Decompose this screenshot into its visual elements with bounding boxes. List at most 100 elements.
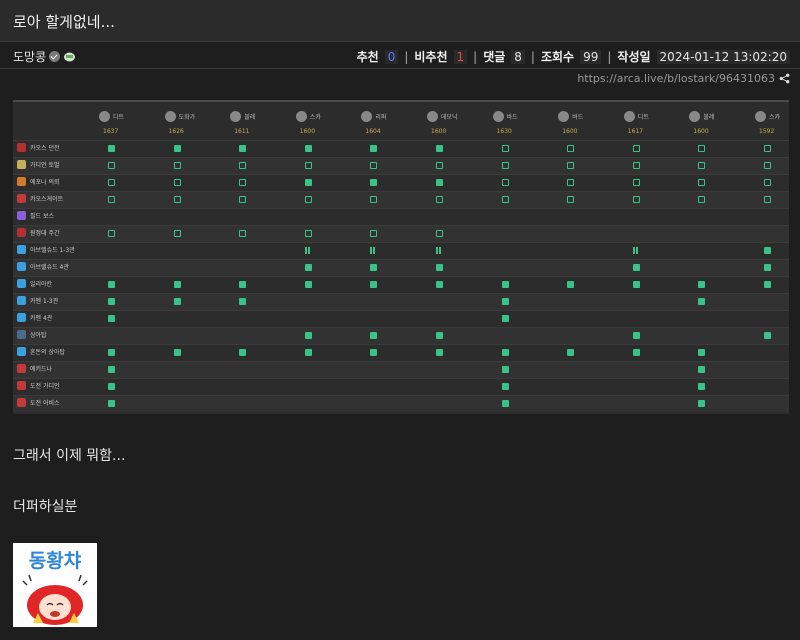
- content-icon: [17, 364, 26, 373]
- content-icon: [17, 398, 26, 407]
- checked-checkbox: [370, 332, 378, 339]
- checked-checkbox: [436, 264, 443, 271]
- row-label: 원정대 주간: [17, 228, 60, 237]
- stat-separator: |: [473, 49, 478, 64]
- row-label: 도전 가디언: [17, 381, 60, 390]
- checked-checkbox: [632, 349, 640, 356]
- character-header: 데모닉: [427, 106, 458, 126]
- unchecked-checkbox: [173, 179, 181, 186]
- downvote-label: 비추천: [414, 50, 448, 64]
- checked-checkbox: [764, 332, 771, 339]
- unchecked-checkbox: [239, 230, 247, 237]
- checked-checkbox: [239, 298, 247, 305]
- author-block[interactable]: 도망콩: [13, 48, 76, 65]
- item-level: 1630: [496, 128, 512, 135]
- unchecked-checkbox: [501, 145, 509, 152]
- content-icon: [17, 211, 26, 220]
- content-icon: [17, 245, 26, 254]
- post-url-link[interactable]: https://arca.live/b/lostark/96431063: [577, 72, 775, 85]
- row-label: 상아탑: [17, 330, 47, 339]
- row-label: 도전 어비스: [17, 398, 60, 407]
- row-label: 카멘 1-3관: [17, 296, 58, 305]
- character-header: 블레: [230, 106, 255, 126]
- unchecked-checkbox: [108, 230, 115, 237]
- row-label: 카멘 4관: [17, 313, 52, 322]
- item-level: 1617: [627, 128, 644, 135]
- share-icon[interactable]: [779, 73, 790, 84]
- table-row: 필드 보스: [13, 208, 789, 225]
- checked-checkbox: [173, 349, 181, 356]
- checked-checkbox: [698, 366, 706, 373]
- stat-separator: |: [404, 49, 409, 64]
- content-icon: [17, 313, 26, 322]
- row-label-text: 혼돈의 상아탑: [30, 349, 66, 356]
- post-title: 로아 할게없네...: [13, 13, 115, 31]
- unchecked-checkbox: [698, 179, 706, 186]
- checked-checkbox: [304, 179, 312, 186]
- character-header: 디트: [623, 106, 649, 126]
- unchecked-checkbox: [173, 196, 181, 203]
- item-level: 1600: [693, 128, 709, 135]
- character-header: 스카: [295, 106, 321, 126]
- checked-checkbox: [370, 281, 378, 288]
- character-name: 블레: [244, 113, 256, 121]
- post-date: 2024-01-12 13:02:20: [656, 49, 790, 64]
- character-name: 블레: [703, 113, 715, 121]
- post-title-bar: 로아 할게없네...: [0, 0, 800, 42]
- unchecked-checkbox: [304, 196, 312, 203]
- unchecked-checkbox: [501, 162, 509, 169]
- character-avatar: [295, 110, 307, 122]
- unchecked-checkbox: [632, 196, 640, 203]
- checked-checkbox: [304, 145, 312, 152]
- item-level: 1637: [103, 128, 119, 135]
- unchecked-checkbox: [501, 196, 509, 203]
- character-avatar: [623, 110, 635, 122]
- row-label-text: 필드 보스: [30, 213, 54, 220]
- row-label-text: 에포나 의뢰: [30, 179, 60, 186]
- unchecked-checkbox: [370, 230, 378, 237]
- checked-checkbox: [698, 349, 706, 356]
- checked-checkbox: [173, 298, 181, 305]
- table-row: 상아탑: [13, 327, 789, 344]
- post-url-row: https://arca.live/b/lostark/96431063: [577, 72, 790, 85]
- table-row: 아브렐슈드 1-3관: [13, 242, 789, 259]
- content-icon: [17, 347, 26, 356]
- character-name: 리퍼: [375, 113, 387, 121]
- row-label: 카오스 던전: [17, 143, 60, 152]
- stat-separator: |: [607, 49, 612, 64]
- checked-checkbox: [304, 349, 312, 356]
- character-header: 블레: [689, 106, 714, 126]
- checked-checkbox: [370, 264, 378, 271]
- content-icon: [17, 262, 26, 271]
- table-row: 일리아칸: [13, 276, 789, 293]
- checked-checkbox: [436, 332, 443, 339]
- character-name: 바드: [572, 113, 584, 121]
- unchecked-checkbox: [108, 179, 115, 186]
- character-header: 리퍼: [361, 106, 386, 126]
- checked-checkbox: [501, 298, 509, 305]
- verified-icon: [49, 51, 61, 62]
- unchecked-checkbox: [764, 162, 771, 169]
- checked-checkbox: [764, 281, 771, 288]
- checked-checkbox: [436, 281, 443, 288]
- partial-progress-icon: [304, 247, 310, 254]
- unchecked-checkbox: [698, 196, 706, 203]
- character-avatar: [99, 110, 110, 122]
- row-label-text: 도전 어비스: [30, 400, 60, 407]
- row-label: 일리아칸: [17, 279, 52, 288]
- checked-checkbox: [304, 264, 312, 271]
- unchecked-checkbox: [436, 162, 443, 169]
- unchecked-checkbox: [173, 162, 181, 169]
- comments-label: 댓글: [483, 50, 506, 64]
- row-label-text: 가디언 토벌: [30, 162, 60, 169]
- body-line-2: 더퍼하실분: [13, 499, 78, 515]
- checked-checkbox: [370, 349, 378, 356]
- table-row: 카멘 1-3관: [13, 293, 789, 310]
- author-name[interactable]: 도망콩: [13, 48, 46, 65]
- character-header: 바드: [492, 106, 518, 126]
- row-label-text: 카오스 던전: [30, 145, 60, 152]
- unchecked-checkbox: [567, 145, 575, 152]
- unchecked-checkbox: [304, 162, 312, 169]
- table-row: 도전 어비스: [13, 395, 789, 412]
- body-line-1: 그래서 이제 뭐함...: [13, 448, 126, 464]
